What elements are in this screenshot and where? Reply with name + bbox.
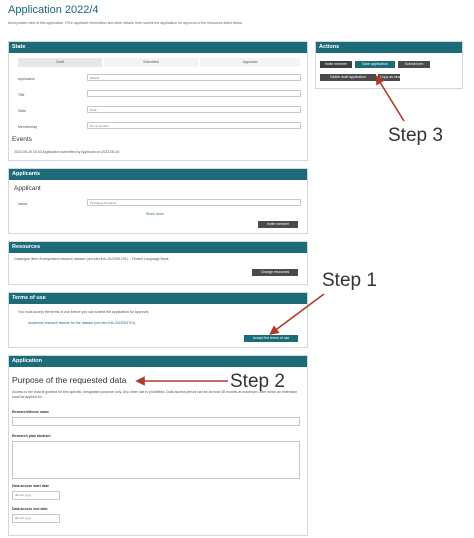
annotation-arrows [135,74,405,386]
step3-arrow [375,74,405,122]
step1-arrow [269,293,325,335]
